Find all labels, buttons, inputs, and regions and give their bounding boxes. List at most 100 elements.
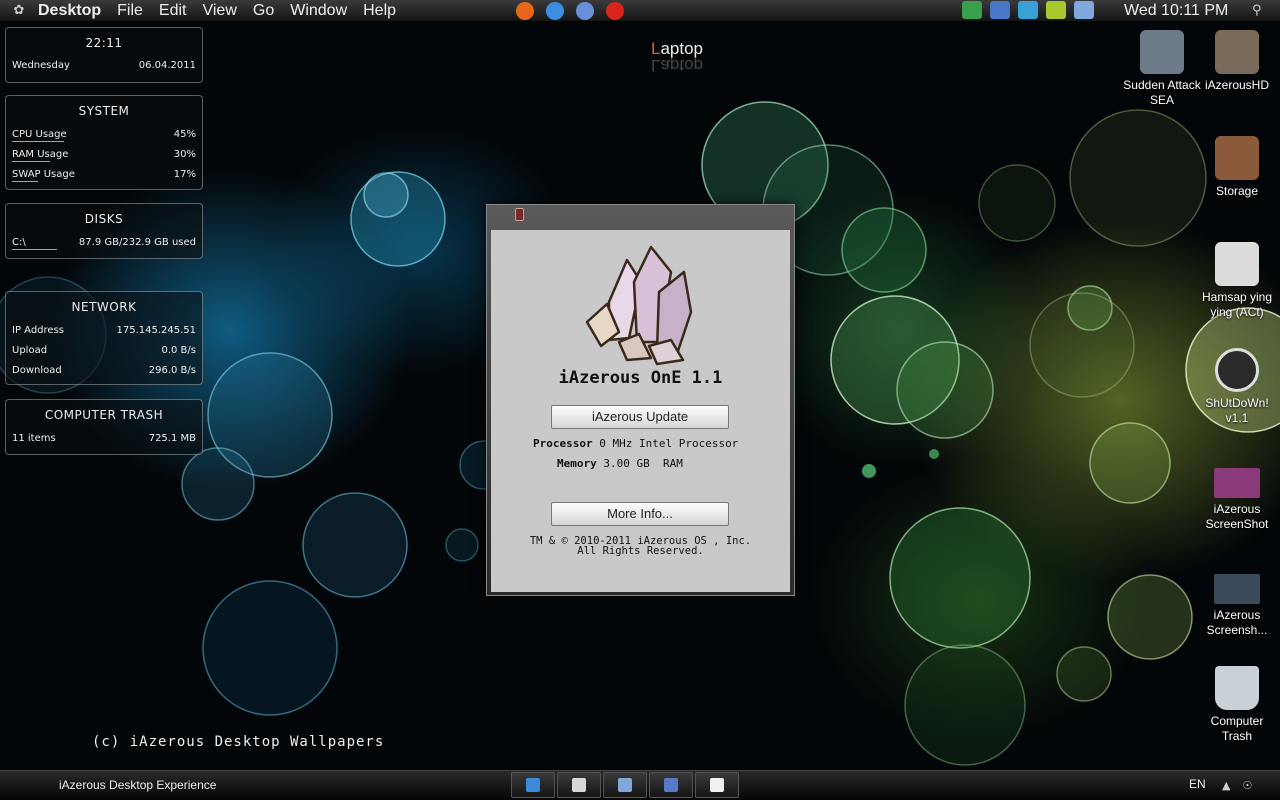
laptop-reflection: Laptop: [651, 56, 703, 75]
taskbar: iAzerous Desktop Experience EN ▲ ☉: [0, 770, 1280, 800]
safari-icon[interactable]: [576, 2, 594, 20]
system-menu-icon[interactable]: ✿: [8, 0, 30, 22]
screenshot-image-icon: [1214, 574, 1260, 604]
hard-drive-icon: [1215, 30, 1259, 74]
taskbar-button[interactable]: [603, 772, 647, 798]
menu-go[interactable]: Go: [245, 0, 282, 22]
wallpaper-credit: (c) iAzerous Desktop Wallpapers: [92, 734, 385, 750]
document-task-icon: [710, 778, 724, 792]
status-icon[interactable]: [962, 1, 982, 19]
cpu-usage-bar: [12, 141, 64, 142]
widget-title-system: SYSTEM: [78, 104, 130, 118]
menu-window[interactable]: Window: [282, 0, 355, 22]
desktop-icon-label: iAzerous Screensh...: [1206, 608, 1268, 637]
desktop-icon-label: Storage: [1215, 184, 1259, 198]
disk-usage-bar: [12, 249, 58, 250]
update-button[interactable]: iAzerous Update: [551, 405, 729, 429]
dialog-title: iAzerous OnE 1.1: [558, 368, 723, 388]
desktop-icon-label: Hamsap ying ying (ACt): [1201, 290, 1273, 319]
disks-widget: DISKS C:\ 87.9 GB/232.9 GB used: [5, 203, 203, 259]
menu-view[interactable]: View: [194, 0, 244, 22]
ip-label: IP Address: [12, 324, 64, 336]
drop-icon[interactable]: ☉: [1242, 779, 1252, 792]
swap-usage-label: SWAP Usage: [12, 168, 75, 180]
desktop-icon-label: iAzerousHD: [1204, 78, 1270, 92]
widget-title-trash: COMPUTER TRASH: [44, 408, 164, 422]
menu-bar: ✿ Desktop File Edit View Go Window Help …: [0, 0, 1280, 22]
desktop-icon-screenshot[interactable]: iAzerous ScreenShot: [1195, 468, 1279, 532]
ram-usage-bar: [12, 161, 50, 162]
game-shield-icon: [1140, 30, 1184, 74]
trash-items: 11 items: [12, 432, 56, 444]
trash-size: 725.1 MB: [148, 432, 196, 444]
upload-value: 0.0 B/s: [161, 344, 196, 356]
widget-time: 22:11: [85, 36, 123, 50]
monitor-icon[interactable]: [990, 1, 1010, 19]
desktop-icon-iazeroushd[interactable]: iAzerousHD: [1195, 30, 1279, 93]
close-button[interactable]: [515, 208, 524, 221]
taskbar-button[interactable]: [511, 772, 555, 798]
widget-title-network: NETWORK: [71, 300, 137, 314]
disk-label: C:\: [12, 236, 26, 248]
menu-file[interactable]: File: [109, 0, 151, 22]
about-dialog: iAzerous OnE 1.1 iAzerous Update Process…: [486, 204, 795, 596]
trash-widget: COMPUTER TRASH 11 items 725.1 MB: [5, 399, 203, 455]
disk-value: 87.9 GB/232.9 GB used: [78, 236, 196, 248]
storage-box-icon: [1215, 136, 1259, 180]
desktop-icon-screenshot-2[interactable]: iAzerous Screensh...: [1195, 574, 1279, 638]
copyright-text: TM & © 2010-2011 iAzerous OS , Inc. All …: [491, 536, 790, 557]
menu-desktop[interactable]: Desktop: [30, 0, 109, 22]
start-label[interactable]: iAzerous Desktop Experience: [59, 778, 216, 792]
network-tray-icon[interactable]: ▲: [1222, 779, 1230, 792]
taskbar-button[interactable]: [649, 772, 693, 798]
cpu-usage-label: CPU Usage: [12, 128, 67, 140]
dialog-content: iAzerous OnE 1.1 iAzerous Update Process…: [491, 230, 790, 592]
text-document-icon: [1215, 242, 1259, 286]
firefox-icon[interactable]: [516, 2, 534, 20]
processor-label: Processor: [533, 437, 593, 450]
ram-usage-label: RAM Usage: [12, 148, 69, 160]
shutdown-clock-icon: [1215, 348, 1259, 392]
taskbar-button[interactable]: [695, 772, 739, 798]
swap-usage-bar: [12, 181, 38, 182]
processor-line: Processor 0 MHz Intel Processor: [533, 437, 738, 450]
battery-icon[interactable]: [1046, 1, 1066, 19]
widget-title-disks: DISKS: [84, 212, 124, 226]
desktop-icon-trash[interactable]: Computer Trash: [1195, 666, 1279, 744]
finder-task-icon: [664, 778, 678, 792]
ram-usage-row: RAM Usage 30%: [6, 144, 202, 164]
menubar-clock[interactable]: Wed 10:11 PM: [1124, 0, 1228, 22]
desktop-icon-hamsap[interactable]: Hamsap ying ying (ACt): [1195, 242, 1279, 320]
widget-date: 06.04.2011: [138, 59, 196, 71]
clock-widget: 22:11 Wednesday 06.04.2011: [5, 27, 203, 83]
desktop-icon-shutdown[interactable]: ShUtDoWn! v1.1: [1195, 348, 1279, 426]
memory-value: 3.00 GB RAM: [603, 457, 683, 470]
desktop-icon-sudden-attack[interactable]: Sudden Attack SEA: [1120, 30, 1204, 108]
processor-value: 0 MHz Intel Processor: [599, 437, 739, 450]
memory-label: Memory: [557, 457, 597, 470]
display-icon[interactable]: [1074, 1, 1094, 19]
screenshot-image-icon: [1214, 468, 1260, 498]
menu-help[interactable]: Help: [355, 0, 404, 22]
cpu-usage-value: 45%: [173, 128, 196, 140]
memory-line: Memory 3.00 GB RAM: [557, 457, 683, 470]
notes-task-icon: [572, 778, 586, 792]
crystal-logo-icon: [585, 245, 693, 366]
search-icon[interactable]: ⚲: [1252, 3, 1262, 18]
more-info-button[interactable]: More Info...: [551, 502, 729, 526]
disk-row: C:\ 87.9 GB/232.9 GB used: [6, 232, 202, 252]
network-globe-icon[interactable]: [1018, 1, 1038, 19]
taskbar-button[interactable]: [557, 772, 601, 798]
language-indicator[interactable]: EN: [1189, 777, 1206, 791]
chrome-icon[interactable]: [546, 2, 564, 20]
swap-usage-row: SWAP Usage 17%: [6, 164, 202, 184]
upload-label: Upload: [12, 344, 48, 356]
opera-icon[interactable]: [606, 2, 624, 20]
download-label: Download: [12, 364, 62, 376]
trash-can-icon: [1215, 666, 1259, 710]
copyright-line-2: All Rights Reserved.: [577, 545, 704, 557]
menu-edit[interactable]: Edit: [151, 0, 195, 22]
ram-usage-value: 30%: [173, 148, 196, 160]
globe-task-icon: [526, 778, 540, 792]
desktop-icon-storage[interactable]: Storage: [1195, 136, 1279, 199]
